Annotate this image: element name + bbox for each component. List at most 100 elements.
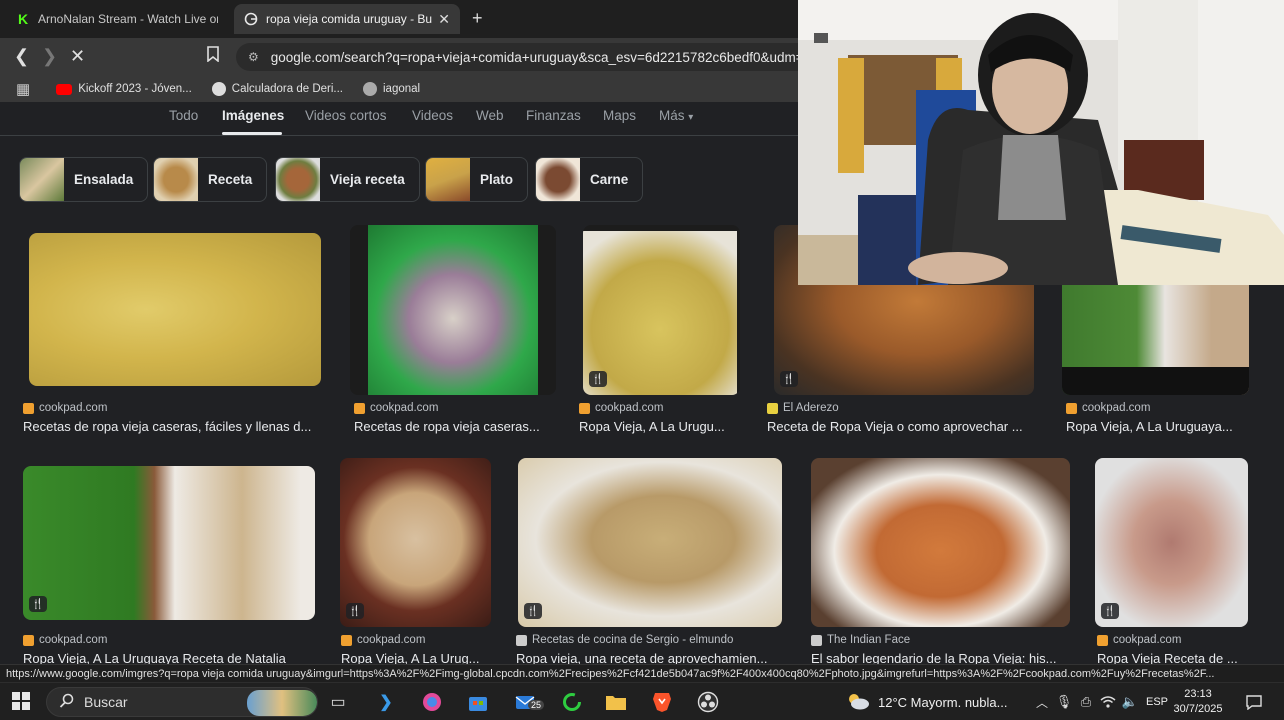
- notifications-icon[interactable]: [1242, 690, 1266, 714]
- image-caption[interactable]: Ropa Vieja, A La Urug...: [341, 651, 491, 664]
- image-source[interactable]: cookpad.com: [23, 634, 107, 646]
- store-icon[interactable]: [466, 690, 490, 714]
- bookmark-label: iagonal: [383, 83, 421, 95]
- image-caption[interactable]: Receta de Ropa Vieja o como aprovechar .…: [767, 419, 1042, 434]
- image-source[interactable]: cookpad.com: [579, 402, 663, 414]
- chevron-down-icon: ▾: [688, 112, 694, 123]
- taskbar-search[interactable]: Buscar: [46, 687, 318, 717]
- windows-start-icon[interactable]: [12, 692, 30, 715]
- site-settings-icon[interactable]: ⚙: [248, 50, 259, 64]
- back-icon[interactable]: ❮: [14, 46, 29, 67]
- tab-todo[interactable]: Todo: [169, 108, 198, 123]
- search-label: Buscar: [84, 694, 128, 710]
- recipe-icon: 🍴: [780, 371, 798, 387]
- close-icon[interactable]: ✕: [438, 11, 450, 28]
- kick-icon: K: [17, 11, 29, 27]
- bookmark-calculadora[interactable]: Calculadora de Deri...: [211, 82, 343, 96]
- image-source[interactable]: cookpad.com: [1097, 634, 1181, 646]
- image-caption[interactable]: Recetas de ropa vieja caseras, fáciles y…: [23, 419, 328, 434]
- image-result[interactable]: 🍴: [23, 466, 315, 620]
- microphone-icon[interactable]: 🎙: [1052, 690, 1076, 714]
- brave-browser-icon[interactable]: [650, 690, 674, 714]
- chip-thumbnail: [426, 158, 470, 201]
- tab-google-search[interactable]: ropa vieja comida uruguay - Busc ✕: [234, 4, 460, 34]
- printer-icon[interactable]: ⎙: [1074, 690, 1098, 714]
- image-source[interactable]: The Indian Face: [811, 634, 910, 646]
- task-view-icon[interactable]: ▭: [326, 690, 350, 714]
- image-caption[interactable]: Ropa Vieja, A La Uruguaya Receta de Nata…: [23, 651, 323, 664]
- image-caption[interactable]: Ropa vieja, una receta de aprovechamien.…: [516, 651, 786, 664]
- tab-videos[interactable]: Videos: [412, 108, 453, 123]
- tab-mas[interactable]: Más ▾: [659, 108, 693, 123]
- chip-thumbnail: [276, 158, 320, 201]
- mail-icon[interactable]: 25: [514, 690, 545, 714]
- tab-videos-cortos[interactable]: Videos cortos: [305, 108, 387, 123]
- image-source[interactable]: cookpad.com: [341, 634, 425, 646]
- source-name: cookpad.com: [39, 402, 108, 414]
- image-caption[interactable]: Ropa Vieja, A La Urugu...: [579, 419, 739, 434]
- weather-widget[interactable]: 12°C Mayorm. nubla...: [846, 683, 1007, 720]
- chip-carne[interactable]: Carne: [535, 157, 644, 202]
- chip-receta[interactable]: Receta: [153, 157, 268, 202]
- image-result[interactable]: 🍴: [1095, 458, 1248, 627]
- refresh-app-icon[interactable]: [560, 690, 584, 714]
- tab-maps[interactable]: Maps: [603, 108, 636, 123]
- image-source[interactable]: cookpad.com: [23, 402, 107, 414]
- language-indicator[interactable]: ESP: [1146, 683, 1168, 720]
- globe-icon: [211, 82, 226, 96]
- image-result[interactable]: [350, 225, 556, 395]
- image-dark-strip: [1062, 367, 1249, 395]
- chevron-up-icon[interactable]: ︿: [1030, 690, 1054, 714]
- chip-thumbnail: [536, 158, 580, 201]
- chip-plato[interactable]: Plato: [425, 157, 529, 202]
- weather-text: 12°C Mayorm. nubla...: [878, 694, 1008, 710]
- image-result[interactable]: [811, 458, 1070, 627]
- obs-studio-icon[interactable]: [696, 690, 720, 714]
- image-result[interactable]: 🍴: [583, 225, 740, 395]
- tab-finanzas[interactable]: Finanzas: [526, 108, 581, 123]
- recipe-icon: 🍴: [29, 596, 47, 612]
- google-icon: [244, 12, 258, 26]
- volume-icon[interactable]: 🔈: [1118, 690, 1142, 714]
- tab-title: ArnoNalan Stream - Watch Live on Ki: [38, 12, 218, 26]
- image-result[interactable]: 🍴: [518, 458, 782, 627]
- image-result[interactable]: [29, 233, 321, 386]
- forward-icon[interactable]: ❯: [42, 46, 57, 67]
- image-caption[interactable]: Ropa Vieja Receta de ...: [1097, 651, 1257, 664]
- source-name: cookpad.com: [370, 402, 439, 414]
- wifi-icon[interactable]: [1096, 690, 1120, 714]
- image-result[interactable]: 🍴: [340, 458, 491, 627]
- image-caption[interactable]: El sabor legendario de la Ropa Vieja: hi…: [811, 651, 1076, 664]
- source-name: Recetas de cocina de Sergio - elmundo: [532, 634, 734, 646]
- youtube-icon: [56, 83, 73, 95]
- image-source[interactable]: cookpad.com: [1066, 402, 1150, 414]
- webcam-overlay: [798, 0, 1284, 285]
- new-tab-button[interactable]: +: [472, 8, 483, 29]
- bookmark-iagonal[interactable]: iagonal: [363, 82, 420, 96]
- tab-title: ropa vieja comida uruguay - Busc: [266, 12, 433, 26]
- screen: K ArnoNalan Stream - Watch Live on Ki ro…: [0, 0, 1284, 720]
- tab-imagenes[interactable]: Imágenes: [222, 108, 284, 123]
- bookmark-icon[interactable]: [206, 46, 220, 67]
- tab-kick-stream[interactable]: K ArnoNalan Stream - Watch Live on Ki: [6, 4, 228, 34]
- chip-label: Plato: [480, 172, 514, 187]
- chip-ensalada[interactable]: Ensalada: [19, 157, 149, 202]
- source-name: cookpad.com: [595, 402, 664, 414]
- image-caption[interactable]: Recetas de ropa vieja caseras...: [354, 419, 554, 434]
- cookpad-icon: [23, 402, 34, 414]
- image-caption[interactable]: Ropa Vieja, A La Uruguaya...: [1066, 419, 1256, 434]
- image-source[interactable]: cookpad.com: [354, 402, 438, 414]
- copilot-icon[interactable]: [420, 690, 444, 714]
- source-name: cookpad.com: [357, 634, 426, 646]
- chip-vieja-receta[interactable]: Vieja receta: [275, 157, 420, 202]
- taskbar-clock[interactable]: 23:13 30/7/2025: [1168, 687, 1228, 717]
- stop-loading-icon[interactable]: ✕: [70, 46, 85, 67]
- apps-grid-icon[interactable]: ▦: [16, 80, 30, 98]
- file-explorer-icon[interactable]: [604, 690, 628, 714]
- image-source[interactable]: Recetas de cocina de Sergio - elmundo: [516, 634, 733, 646]
- vscode-icon[interactable]: ❯: [374, 690, 398, 714]
- tab-web[interactable]: Web: [476, 108, 504, 123]
- bookmark-kickoff[interactable]: Kickoff 2023 - Jóven...: [56, 83, 192, 95]
- clock-time: 23:13: [1184, 688, 1212, 700]
- image-source[interactable]: El Aderezo: [767, 402, 839, 414]
